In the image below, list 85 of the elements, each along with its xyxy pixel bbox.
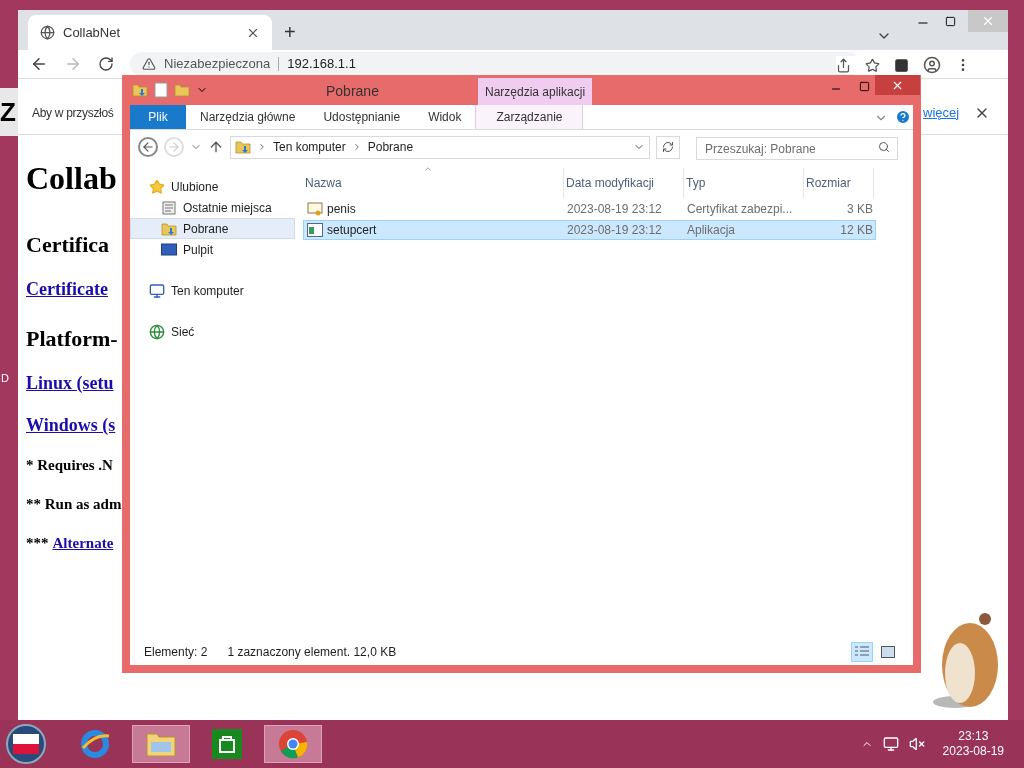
muted-speaker-icon[interactable] <box>908 736 925 752</box>
ribbon-tab[interactable]: Zarządzanie <box>475 105 584 129</box>
column-header[interactable]: Data modyfikacji <box>564 168 684 198</box>
sort-indicator-icon <box>423 164 433 174</box>
breadcrumb-item[interactable]: Pobrane <box>367 138 414 156</box>
reload-icon[interactable] <box>98 56 114 72</box>
address-field[interactable]: Ten komputer Pobrane <box>230 135 650 159</box>
page-link[interactable]: Certificate <box>26 280 108 298</box>
ribbon-tab[interactable]: Widok <box>414 105 476 129</box>
info-bar-text: Aby w przyszłoś <box>32 104 114 122</box>
section-heading: Platform- <box>26 328 118 350</box>
refresh-button[interactable] <box>656 135 680 159</box>
info-bar-link[interactable]: więcej <box>923 102 960 123</box>
nav-item[interactable]: Ten komputer <box>130 280 295 301</box>
folder-icon <box>132 82 148 98</box>
status-selection: 1 zaznaczony element. 12,0 KB <box>227 644 397 661</box>
warning-icon <box>142 57 156 71</box>
file-type: Aplikacja <box>686 222 737 239</box>
e-browser-icon <box>79 728 111 760</box>
search-icon <box>878 140 890 153</box>
new-folder-icon <box>174 82 190 98</box>
nav-item[interactable]: Ulubione <box>130 176 295 197</box>
column-header[interactable]: Typ <box>684 168 804 198</box>
computer-icon <box>149 282 165 299</box>
nav-item[interactable]: Pobrane <box>130 218 295 239</box>
browser-tab[interactable]: CollabNet <box>28 15 272 50</box>
up-icon[interactable] <box>208 139 224 155</box>
desktop-edge-text: Z <box>0 99 16 125</box>
application-icon <box>307 223 323 237</box>
certificate-icon <box>307 201 323 217</box>
store-icon <box>212 729 242 759</box>
footnote-text: ** Run as adm <box>26 497 122 512</box>
refresh-icon <box>662 141 674 153</box>
section-heading: Certifica <box>26 234 110 256</box>
file-date: 2023-08-19 23:12 <box>566 222 663 239</box>
file-name: penis <box>327 201 356 218</box>
file-row[interactable]: penis 2023-08-19 23:12 Certyfikat zabezpi... 3 KB <box>303 199 876 219</box>
column-header[interactable]: Nazwa <box>303 168 564 198</box>
side-panel-icon[interactable] <box>894 57 909 73</box>
chrome-icon <box>278 729 308 759</box>
globe-icon <box>40 25 55 40</box>
window-title: Pobrane <box>326 82 379 101</box>
bookmark-icon[interactable] <box>865 57 880 73</box>
file-size: 12 KB <box>839 222 874 239</box>
clock[interactable]: 23:13 2023-08-19 <box>942 729 1004 759</box>
image-icon <box>881 646 895 658</box>
file-size: 3 KB <box>846 201 874 218</box>
new-tab-button[interactable]: + <box>284 22 296 42</box>
share-icon[interactable] <box>836 57 851 73</box>
file-row[interactable]: setupcert 2023-08-19 23:12 Aplikacja 12 KB <box>303 220 876 240</box>
page-link[interactable]: Windows (s <box>26 416 116 434</box>
nav-item[interactable]: Ostatnie miejsca <box>130 197 295 218</box>
separator-icon <box>257 142 267 152</box>
column-header[interactable]: Rozmiar <box>804 168 874 198</box>
breadcrumb-item[interactable]: Ten komputer <box>273 138 346 156</box>
maximize-icon[interactable] <box>945 16 956 27</box>
ribbon-tab[interactable]: Plik <box>130 105 186 129</box>
page-link[interactable]: Linux (setu <box>26 374 114 392</box>
nav-item[interactable]: Sieć <box>130 321 295 342</box>
flag-icon <box>13 734 39 754</box>
footnote-text: * Requires .N <box>26 458 113 473</box>
status-count: Elementy: 2 <box>144 644 208 661</box>
back-icon[interactable] <box>30 55 48 73</box>
ribbon-tab[interactable]: Narzędzia główne <box>186 105 310 129</box>
footnote-mark: *** <box>26 536 49 551</box>
page-heading: Collab <box>26 162 117 194</box>
file-type: Certyfikat zabezpi... <box>686 201 794 218</box>
file-date: 2023-08-19 23:12 <box>566 201 663 218</box>
maximize-icon[interactable] <box>859 81 870 92</box>
download-folder-icon <box>235 139 251 155</box>
ribbon-tab[interactable]: Udostępnianie <box>309 105 415 129</box>
close-icon <box>981 14 995 28</box>
download-folder-icon <box>161 220 177 237</box>
help-icon[interactable] <box>895 109 911 125</box>
context-tab-group: Narzędzia aplikacji <box>478 78 593 105</box>
page-link[interactable]: Alternate <box>52 536 114 551</box>
profile-icon[interactable] <box>923 56 941 74</box>
star-icon <box>149 178 165 195</box>
file-name: setupcert <box>327 222 377 239</box>
list-icon <box>855 646 869 658</box>
desktop-edge-text: D <box>1 371 9 386</box>
nav-item[interactable]: Pulpit <box>130 239 295 260</box>
folder-icon <box>145 730 177 758</box>
start-button[interactable] <box>6 724 46 764</box>
search-field[interactable]: Przeszukaj: Pobrane <box>696 137 898 160</box>
